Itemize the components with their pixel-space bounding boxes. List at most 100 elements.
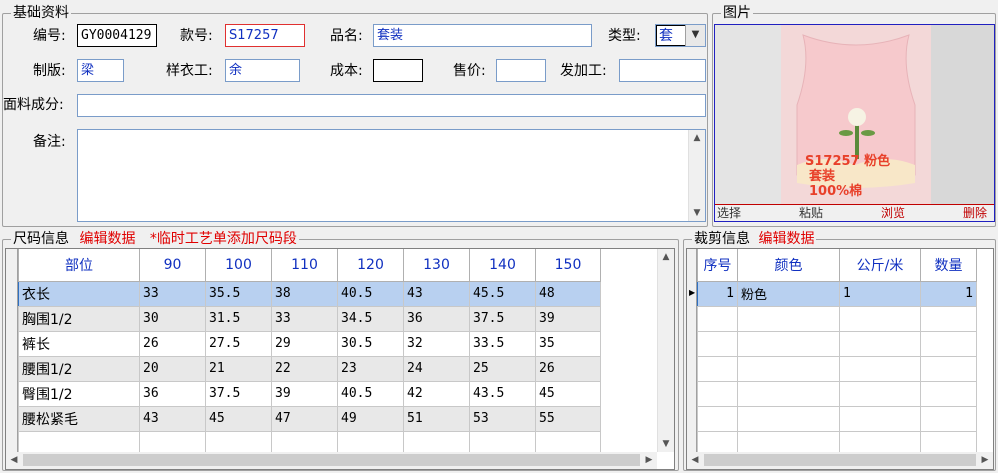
table-cell[interactable]: 31.5	[205, 305, 272, 332]
table-row[interactable]: 臀围1/2 36 37.5 39 40.5 42 43.5 45	[18, 380, 601, 407]
processor-field[interactable]	[619, 59, 706, 82]
table-cell[interactable]: 35	[535, 330, 601, 357]
table-cell[interactable]: 30.5	[337, 330, 404, 357]
table-cell[interactable]: 23	[337, 355, 404, 382]
fabric-field[interactable]	[77, 94, 706, 117]
table-cell[interactable]: 45.5	[469, 280, 536, 307]
table-cell[interactable]: 45	[535, 380, 601, 407]
table-row[interactable]	[697, 355, 977, 382]
cut-col-header[interactable]: 颜色	[737, 249, 840, 282]
size-col-header[interactable]: 90	[139, 249, 206, 282]
table-cell[interactable]: 36	[139, 380, 206, 407]
table-row[interactable]	[697, 305, 977, 332]
table-cell[interactable]: 26	[139, 330, 206, 357]
table-cell[interactable]: 24	[403, 355, 470, 382]
scroll-up-icon[interactable]: ▲	[689, 130, 705, 146]
table-cell[interactable]	[697, 405, 738, 432]
table-cell[interactable]	[920, 330, 977, 357]
cut-col-header[interactable]: 公斤/米	[839, 249, 921, 282]
chevron-down-icon[interactable]: ▼	[685, 25, 705, 46]
table-cell[interactable]: 29	[271, 330, 338, 357]
size-col-header[interactable]: 部位	[18, 249, 140, 282]
table-cell[interactable]	[839, 405, 921, 432]
table-cell[interactable]: 53	[469, 405, 536, 432]
pattern-field[interactable]: 梁	[77, 59, 124, 82]
table-cell[interactable]	[697, 355, 738, 382]
table-cell[interactable]: 43	[139, 405, 206, 432]
table-cell[interactable]: 42	[403, 380, 470, 407]
table-cell[interactable]	[737, 405, 840, 432]
table-cell[interactable]	[839, 305, 921, 332]
size-vscrollbar[interactable]: ▲ ▼	[657, 249, 674, 452]
table-cell[interactable]: 38	[271, 280, 338, 307]
table-cell[interactable]: 粉色	[737, 280, 840, 307]
table-row[interactable]: 腰围1/2 20 21 22 23 24 25 26	[18, 355, 601, 382]
table-row[interactable]	[697, 405, 977, 432]
remark-scrollbar[interactable]: ▲ ▼	[688, 130, 705, 221]
size-col-header[interactable]: 130	[403, 249, 470, 282]
scroll-down-icon[interactable]: ▼	[689, 205, 705, 221]
table-cell[interactable]: 49	[337, 405, 404, 432]
size-grid[interactable]: 部位 90 100 110 120 130 140 150 衣长 33 35.5 38 40.5 43 4…	[5, 248, 675, 470]
table-row[interactable]: 腰松紧毛 43 45 47 49 51 53 55	[18, 405, 601, 432]
scroll-right-icon[interactable]: ▶	[641, 452, 657, 468]
table-cell[interactable]: 裤长	[18, 330, 140, 357]
table-cell[interactable]: 40.5	[337, 280, 404, 307]
table-cell[interactable]: 43	[403, 280, 470, 307]
style-no-field[interactable]: S17257	[225, 24, 305, 47]
table-cell[interactable]: 30	[139, 305, 206, 332]
scroll-up-icon[interactable]: ▲	[658, 249, 674, 265]
table-cell[interactable]: 43.5	[469, 380, 536, 407]
table-cell[interactable]	[737, 380, 840, 407]
table-cell[interactable]	[697, 330, 738, 357]
table-cell[interactable]	[920, 405, 977, 432]
table-cell[interactable]: 33.5	[469, 330, 536, 357]
paste-button[interactable]: 粘贴	[799, 205, 823, 221]
table-cell[interactable]: 45	[205, 405, 272, 432]
table-cell[interactable]: 衣长	[18, 280, 140, 307]
table-cell[interactable]: 27.5	[205, 330, 272, 357]
scroll-left-icon[interactable]: ◀	[687, 452, 703, 468]
table-cell[interactable]	[737, 355, 840, 382]
picture-frame[interactable]: S17257 粉色 套装 100%棉 选择 粘贴 浏览 删除	[714, 24, 995, 222]
scroll-right-icon[interactable]: ▶	[977, 452, 993, 468]
table-cell[interactable]	[697, 305, 738, 332]
type-select[interactable]: 套 ▼	[655, 24, 706, 47]
table-cell[interactable]: 26	[535, 355, 601, 382]
table-cell[interactable]: 腰松紧毛	[18, 405, 140, 432]
table-row[interactable]	[697, 380, 977, 407]
table-row[interactable]	[697, 330, 977, 357]
size-col-header[interactable]: 140	[469, 249, 536, 282]
table-cell[interactable]: 腰围1/2	[18, 355, 140, 382]
cut-col-header[interactable]: 序号	[697, 249, 738, 282]
table-cell[interactable]	[697, 380, 738, 407]
size-edit-link[interactable]: 编辑数据	[79, 231, 135, 247]
size-hscrollbar[interactable]: ◀ ▶	[6, 452, 657, 469]
size-col-header[interactable]: 110	[271, 249, 338, 282]
table-cell[interactable]: 37.5	[205, 380, 272, 407]
table-cell[interactable]: 55	[535, 405, 601, 432]
table-cell[interactable]: 34.5	[337, 305, 404, 332]
table-cell[interactable]	[839, 355, 921, 382]
table-cell[interactable]	[737, 330, 840, 357]
table-cell[interactable]	[920, 305, 977, 332]
size-col-header[interactable]: 120	[337, 249, 404, 282]
product-name-field[interactable]: 套装	[373, 24, 592, 47]
table-cell[interactable]: 胸围1/2	[18, 305, 140, 332]
cost-field[interactable]	[373, 59, 423, 82]
table-cell[interactable]: 22	[271, 355, 338, 382]
cut-grid[interactable]: ▶ 序号 颜色 公斤/米 数量 1 粉色 1 1 ◀ ▶	[686, 248, 994, 470]
table-cell[interactable]: 39	[535, 305, 601, 332]
scroll-left-icon[interactable]: ◀	[6, 452, 22, 468]
table-cell[interactable]: 33	[139, 280, 206, 307]
table-cell[interactable]: 37.5	[469, 305, 536, 332]
table-cell[interactable]: 51	[403, 405, 470, 432]
table-cell[interactable]: 36	[403, 305, 470, 332]
table-cell[interactable]: 25	[469, 355, 536, 382]
table-cell[interactable]: 48	[535, 280, 601, 307]
table-cell[interactable]	[737, 305, 840, 332]
cut-hscroll-thumb[interactable]	[704, 454, 976, 466]
table-cell[interactable]: 21	[205, 355, 272, 382]
size-col-header[interactable]: 100	[205, 249, 272, 282]
table-cell[interactable]	[920, 380, 977, 407]
